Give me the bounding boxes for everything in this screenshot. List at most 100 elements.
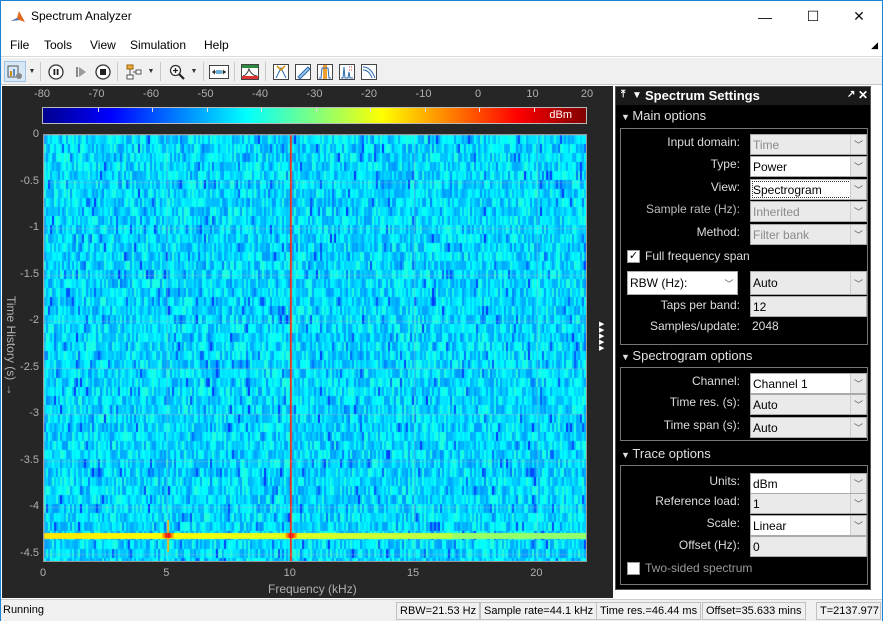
menu-file[interactable]: File (10, 38, 29, 52)
step-forward-icon (76, 66, 86, 77)
chevron-down-icon: ﹀ (850, 494, 866, 513)
cursor-measurements-icon (295, 63, 311, 80)
ccdf-measurements-button[interactable] (359, 61, 379, 82)
menu-help[interactable]: Help (204, 38, 229, 52)
reference-load-combo[interactable]: 1 ﹀ (750, 493, 867, 514)
offset-input[interactable]: 0 (750, 536, 867, 557)
spectrum-settings-panel: ⤒ ▼ Spectrum Settings ↗ ✕ ▼ Main options… (615, 86, 871, 590)
full-span-checkbox[interactable]: ✓ (627, 250, 640, 263)
colorbar-tick-label: -70 (88, 88, 105, 100)
main-options-title: Main options (632, 108, 707, 123)
highlight-signal-button[interactable] (124, 61, 144, 82)
settings-dropdown-icon[interactable]: ▼ (28, 61, 36, 82)
status-state: Running (3, 604, 44, 616)
scale-value: Linear (753, 519, 787, 533)
settings-button[interactable] (4, 61, 26, 82)
time-res-combo[interactable]: Auto ﹀ (750, 394, 867, 415)
colorbar-tick-label: 20 (580, 88, 594, 100)
spectrum-view-button[interactable] (240, 61, 260, 82)
main-options-toggle[interactable]: ▼ Main options (621, 108, 706, 123)
type-select[interactable]: Power ﹀ (750, 156, 867, 177)
scale-label: Scale: (706, 516, 740, 530)
y-tick-label: -3 (29, 407, 39, 420)
chevron-down-icon: ﹀ (850, 516, 866, 535)
collapse-icon[interactable]: ▼ (632, 90, 642, 101)
chevron-down-icon: ﹀ (850, 225, 866, 244)
chevron-down-icon: ﹀ (850, 418, 866, 437)
y-tick-label: -3.5 (20, 453, 39, 466)
menu-tools[interactable]: Tools (44, 38, 72, 52)
distortion-measurements-icon (339, 63, 355, 80)
reference-load-label: Reference load: (655, 494, 740, 508)
ccdf-measurements-icon (361, 63, 377, 80)
taps-input[interactable]: 12 (750, 296, 867, 317)
zoom-in-button[interactable] (167, 61, 187, 82)
chevron-down-icon: ﹀ (850, 374, 866, 393)
spectrum-analyzer-window: Spectrum Analyzer — ☐ ✕ File Tools View … (0, 0, 883, 621)
menu-view[interactable]: View (90, 38, 116, 52)
method-value: Filter bank (753, 228, 810, 242)
colorbar-tick-label: -80 (34, 88, 50, 100)
time-span-combo[interactable]: Auto ﹀ (750, 417, 867, 438)
channel-value: Channel 1 (753, 377, 808, 391)
offset-value: 0 (753, 540, 760, 554)
collapse-triangle-icon: ▼ (621, 112, 633, 122)
scale-axes-icon (209, 64, 229, 79)
toolbar-separator (40, 62, 41, 81)
y-tick-label: -1 (29, 221, 39, 234)
taps-label: Taps per band: (660, 298, 740, 312)
colorbar-tick-label: -30 (306, 88, 323, 100)
zoom-dropdown-icon[interactable]: ▼ (190, 61, 198, 82)
cursor-measurements-button[interactable] (293, 61, 313, 82)
spectrogram-options-group: Channel: Channel 1 ﹀ Time res. (s): Auto ﹀… (620, 367, 868, 441)
reference-load-value: 1 (753, 497, 760, 511)
minimize-button[interactable]: — (742, 1, 788, 32)
channel-measurements-button[interactable] (315, 61, 335, 82)
stop-button[interactable] (93, 61, 113, 82)
peak-finder-button[interactable] (271, 61, 291, 82)
units-select[interactable]: dBm ﹀ (750, 473, 867, 494)
toolbar-separator (234, 62, 235, 81)
pause-button[interactable] (46, 61, 66, 82)
colorbar-unit: dBm (549, 109, 572, 121)
type-label: Type: (710, 157, 740, 171)
close-panel-icon[interactable]: ✕ (858, 88, 868, 102)
input-domain-label: Input domain: (667, 135, 740, 149)
matlab-logo-icon (11, 11, 25, 22)
y-tick-label: -0.5 (20, 174, 39, 187)
trace-options-toggle[interactable]: ▼ Trace options (621, 446, 711, 461)
colorbar-tick-label: -40 (252, 88, 268, 100)
scale-select[interactable]: Linear ﹀ (750, 515, 867, 536)
spectrogram-options-toggle[interactable]: ▼ Spectrogram options (621, 348, 752, 363)
trace-options-title: Trace options (632, 446, 711, 461)
input-domain-value: Time (753, 138, 780, 152)
toolbar-separator (203, 62, 204, 81)
highlight-dropdown-icon[interactable]: ▼ (147, 61, 155, 82)
y-tick-label: 0 (32, 128, 39, 140)
step-forward-button[interactable] (71, 61, 91, 82)
panel-expand-arrows[interactable]: ▶ ▶ ▶ ▶ ▶ (599, 321, 609, 352)
time-direction-arrow-icon: → (4, 383, 18, 396)
toolbar-separator (160, 62, 161, 81)
undock-arrow-icon[interactable]: ◢ (871, 40, 878, 51)
spectrogram-plot[interactable] (43, 134, 587, 562)
channel-select[interactable]: Channel 1 ﹀ (750, 373, 867, 394)
spectrum-view-icon (241, 63, 259, 80)
undock-panel-icon[interactable]: ↗ (847, 89, 855, 100)
maximize-button[interactable]: ☐ (790, 1, 836, 32)
distortion-measurements-button[interactable] (337, 61, 357, 82)
status-bar: Running RBW=21.53 Hz Sample rate=44.1 kH… (1, 599, 882, 621)
scale-axes-button[interactable] (208, 61, 230, 82)
pin-icon[interactable]: ⤒ (621, 89, 625, 100)
pause-icon (48, 63, 64, 80)
offset-label: Offset (Hz): (678, 538, 740, 552)
x-tick-label: 0 (39, 567, 47, 579)
close-button[interactable]: ✕ (836, 1, 882, 32)
window-title: Spectrum Analyzer (31, 9, 132, 23)
menu-simulation[interactable]: Simulation (130, 38, 186, 52)
sample-rate-combo[interactable]: Inherited ﹀ (750, 201, 867, 222)
rbw-combo[interactable]: Auto ﹀ (750, 271, 867, 295)
rbw-mode-select[interactable]: RBW (Hz): ﹀ (627, 271, 738, 295)
two-sided-checkbox[interactable] (627, 562, 640, 575)
view-select[interactable]: Spectrogram ﹀ (750, 179, 867, 200)
